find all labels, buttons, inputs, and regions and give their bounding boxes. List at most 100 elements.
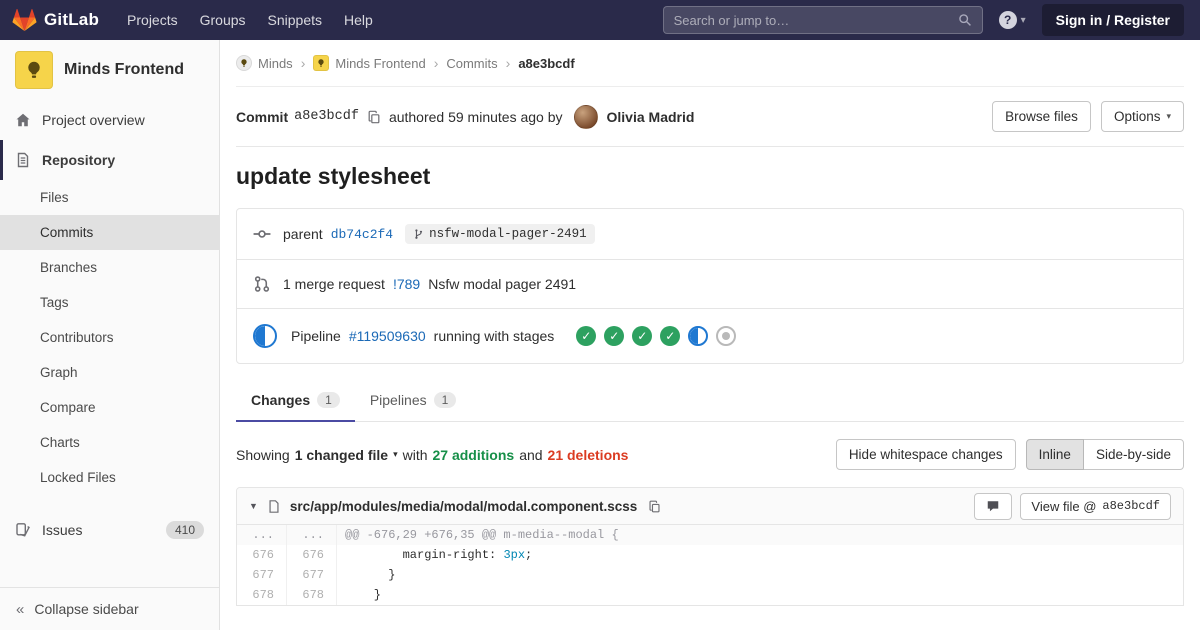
hunk-header-text: @@ -676,29 +676,35 @@ m-media--modal {	[337, 525, 1183, 545]
side-by-side-view-button[interactable]: Side-by-side	[1082, 439, 1184, 470]
old-line-number[interactable]: 678	[237, 585, 287, 605]
view-file-sha: a8e3bcdf	[1102, 499, 1160, 513]
branch-ref[interactable]: nsfw-modal-pager-2491	[405, 224, 595, 244]
parent-label: parent	[283, 226, 323, 242]
tab-label: Pipelines	[369, 392, 427, 408]
view-file-button[interactable]: View file @ a8e3bcdf	[1020, 492, 1171, 520]
breadcrumb-link[interactable]: Minds	[258, 56, 293, 71]
top-navbar: GitLab Projects Groups Snippets Help ? ▾…	[0, 0, 1200, 40]
collapse-sidebar-button[interactable]: « Collapse sidebar	[0, 587, 219, 630]
author-avatar[interactable]	[573, 104, 598, 129]
breadcrumb-current-sha: a8e3bcdf	[518, 55, 575, 71]
diff-stats-bar: Showing 1 changed file ▾ with 27 additio…	[236, 422, 1184, 485]
repository-icon	[15, 152, 31, 168]
inline-view-button[interactable]: Inline	[1025, 439, 1084, 470]
repo-subnav: Files Commits Branches Tags Contributors Grap…	[0, 180, 219, 495]
breadcrumb-project[interactable]: Minds Frontend	[313, 55, 426, 71]
browse-files-button[interactable]: Browse files	[992, 101, 1091, 132]
help-menu[interactable]: ? ▾	[998, 11, 1026, 29]
tab-changes[interactable]: Changes 1	[236, 378, 355, 422]
tab-pipelines[interactable]: Pipelines 1	[355, 378, 472, 422]
sidebar-item-issues[interactable]: Issues 410	[0, 509, 219, 551]
old-line-number[interactable]: 676	[237, 545, 287, 565]
nav-snippets[interactable]: Snippets	[268, 12, 322, 28]
pipeline-running-icon[interactable]	[253, 324, 277, 348]
global-search[interactable]	[662, 6, 983, 34]
sidebar-item-files[interactable]: Files	[0, 180, 219, 215]
sidebar-item-locked-files[interactable]: Locked Files	[0, 460, 219, 495]
sidebar-item-tags[interactable]: Tags	[0, 285, 219, 320]
collapse-file-caret-icon[interactable]: ▼	[249, 501, 258, 511]
new-line-number[interactable]: 676	[287, 545, 337, 565]
breadcrumb-link[interactable]: Minds Frontend	[335, 56, 425, 71]
copy-file-path-button[interactable]	[646, 498, 663, 515]
diff-file-actions: View file @ a8e3bcdf	[974, 492, 1171, 520]
pipeline-stage-created-icon[interactable]	[716, 326, 737, 346]
options-dropdown-button[interactable]: Options ▾	[1100, 101, 1184, 132]
nav-groups[interactable]: Groups	[200, 12, 246, 28]
gitlab-home-link[interactable]: GitLab	[12, 8, 99, 32]
author-name[interactable]: Olivia Madrid	[607, 109, 695, 125]
old-line-number[interactable]: 677	[237, 565, 287, 585]
options-label: Options	[1113, 109, 1161, 124]
mr-title: Nsfw modal pager 2491	[428, 276, 577, 292]
issues-icon	[15, 522, 31, 538]
commit-actions: Browse files Options ▾	[992, 101, 1184, 132]
nav-help[interactable]: Help	[344, 12, 373, 28]
diff-line-row: 677 677 }	[237, 565, 1183, 585]
breadcrumb-separator: ›	[300, 55, 306, 71]
sidebar-item-compare[interactable]: Compare	[0, 390, 219, 425]
diff-file-path[interactable]: src/app/modules/media/modal/modal.compon…	[290, 499, 637, 514]
breadcrumb-commits[interactable]: Commits	[446, 56, 497, 71]
changed-files-dropdown[interactable]: 1 changed file ▾	[295, 447, 398, 463]
pipeline-id-link[interactable]: #119509630	[349, 328, 426, 344]
new-line-number[interactable]: 678	[287, 585, 337, 605]
double-chevron-left-icon: «	[16, 600, 25, 618]
pipeline-stage-passed-icon[interactable]: ✓	[576, 326, 597, 346]
nav-projects[interactable]: Projects	[127, 12, 178, 28]
navbar-right: ? ▾ Sign in / Register	[662, 4, 1184, 36]
and-label: and	[519, 446, 543, 463]
parent-sha-link[interactable]: db74c2f4	[331, 227, 393, 242]
sidebar-item-contributors[interactable]: Contributors	[0, 320, 219, 355]
merge-request-row: 1 merge request !789 Nsfw modal pager 24…	[237, 259, 1183, 308]
sidebar-item-graph[interactable]: Graph	[0, 355, 219, 390]
pipeline-stage-passed-icon[interactable]: ✓	[660, 326, 681, 346]
pipeline-stage-running-icon[interactable]	[688, 326, 709, 346]
toggle-comments-button[interactable]	[974, 492, 1013, 520]
sidebar-item-project-overview[interactable]: Project overview	[0, 100, 219, 140]
merge-request-icon	[253, 275, 271, 293]
copy-sha-button[interactable]	[365, 108, 383, 126]
sign-in-button[interactable]: Sign in / Register	[1041, 4, 1184, 36]
issues-count-badge: 410	[165, 521, 204, 539]
home-icon	[15, 112, 31, 128]
new-line-number[interactable]: 677	[287, 565, 337, 585]
new-line-number: ...	[287, 525, 337, 545]
diff-line-code: margin-right: 3px;	[345, 548, 533, 562]
mr-count-text: 1 merge request	[283, 276, 385, 292]
mr-id-link[interactable]: !789	[393, 276, 420, 292]
sidebar-item-commits[interactable]: Commits	[0, 215, 219, 250]
hide-whitespace-button[interactable]: Hide whitespace changes	[835, 439, 1016, 470]
sidebar-item-charts[interactable]: Charts	[0, 425, 219, 460]
changed-files-label: 1 changed file	[294, 446, 389, 463]
search-input[interactable]	[673, 12, 958, 28]
deletions-count: 21 deletions	[547, 446, 629, 463]
commit-label: Commit	[236, 108, 289, 125]
tab-count-badge: 1	[433, 392, 457, 408]
commit-tabs: Changes 1 Pipelines 1	[236, 378, 1184, 422]
pipeline-status-text: running with stages	[433, 328, 555, 344]
brand-text: GitLab	[44, 10, 100, 29]
breadcrumb: Minds › Minds Frontend › Commits › a8e3b…	[236, 40, 1184, 87]
pipeline-stage-passed-icon[interactable]: ✓	[632, 326, 653, 346]
sidebar-item-repository[interactable]: Repository	[0, 140, 219, 180]
breadcrumb-group[interactable]: Minds	[236, 55, 293, 71]
sidebar-item-branches[interactable]: Branches	[0, 250, 219, 285]
showing-label: Showing	[236, 446, 290, 463]
pipeline-stage-passed-icon[interactable]: ✓	[604, 326, 625, 346]
sidebar-item-label: Project overview	[42, 112, 145, 128]
copy-icon	[649, 500, 660, 512]
file-document-icon	[267, 499, 281, 514]
commit-icon	[253, 225, 271, 243]
project-context-header[interactable]: Minds Frontend	[0, 40, 219, 100]
